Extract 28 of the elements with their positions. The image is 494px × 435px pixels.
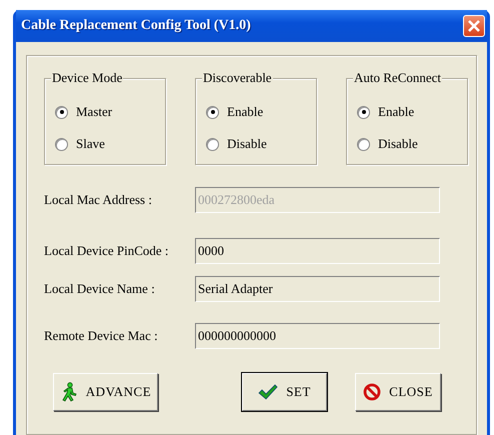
dialog-button[interactable]: CLOSE <box>355 373 441 411</box>
prohibited-icon <box>363 383 382 401</box>
input-field[interactable]: Serial Adapter <box>195 276 440 302</box>
input-field[interactable]: 000000000000 <box>195 323 440 349</box>
window-title: Cable Replacement Config Tool (V1.0) <box>21 18 251 34</box>
radio-button[interactable] <box>206 106 219 118</box>
input-field[interactable]: 0000 <box>195 238 440 264</box>
radio-label[interactable]: Enable <box>227 104 264 120</box>
radio-label[interactable]: Enable <box>378 104 414 120</box>
radio-button[interactable] <box>357 106 370 118</box>
field-label: Local Mac Address : <box>44 192 153 208</box>
field-label: Local Device PinCode : <box>44 243 170 259</box>
radio-button[interactable] <box>55 106 68 118</box>
close-icon <box>467 19 481 33</box>
radio-label[interactable]: Master <box>76 104 112 120</box>
radio-button[interactable] <box>206 138 219 150</box>
checkmark-icon <box>258 384 278 400</box>
radio-button[interactable] <box>357 138 370 150</box>
radio-label[interactable]: Disable <box>227 136 267 152</box>
field-label: Remote Device Mac : <box>44 328 159 344</box>
radio-button[interactable] <box>55 138 68 150</box>
dialog-button[interactable]: SET <box>242 373 327 411</box>
close-button[interactable] <box>463 15 485 37</box>
running-figure-icon <box>60 382 78 402</box>
dialog-button[interactable]: ADVANCE <box>53 373 158 411</box>
radio-label[interactable]: Slave <box>76 136 105 152</box>
field-label: Local Device Name : <box>44 281 156 297</box>
radio-label[interactable]: Disable <box>378 136 418 152</box>
